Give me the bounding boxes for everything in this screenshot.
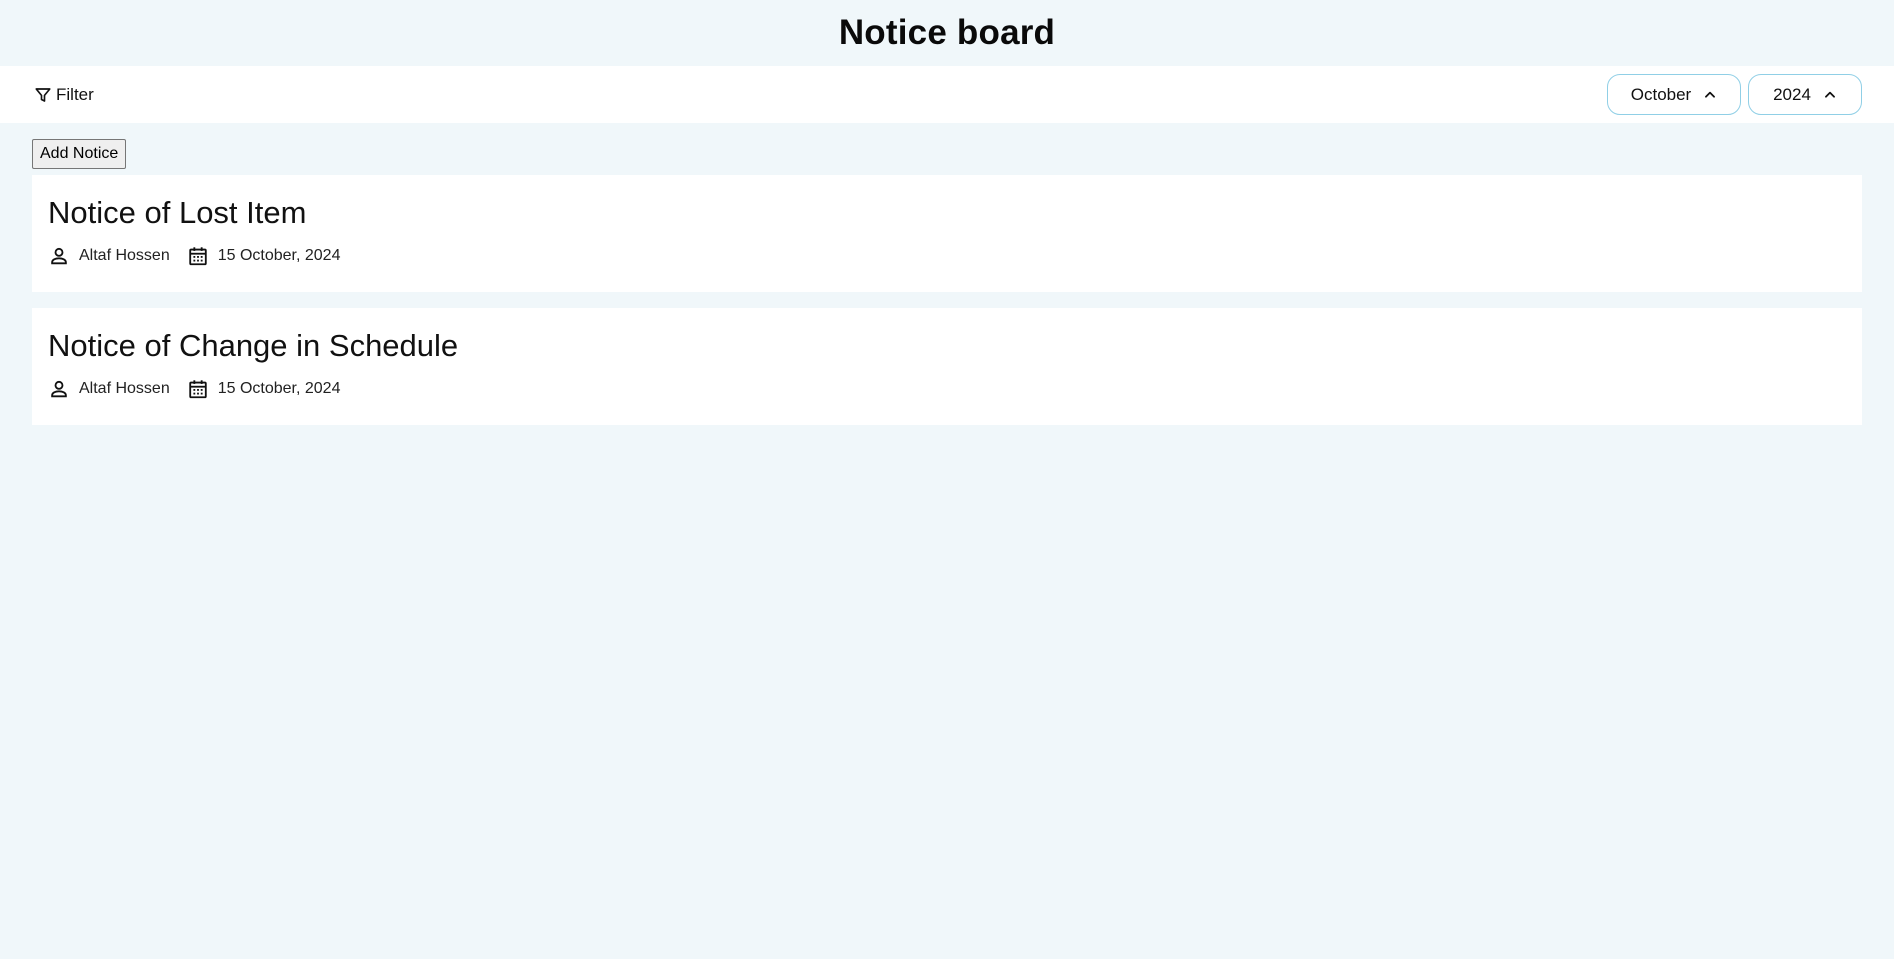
month-select[interactable]: October (1607, 74, 1741, 115)
filter-bar: Filter October 2024 (0, 66, 1894, 123)
actions-row: Add Notice (0, 123, 1894, 175)
notice-author-name: Altaf Hossen (79, 246, 170, 264)
chevron-up-icon (1703, 88, 1717, 102)
notice-card[interactable]: Notice of Change in Schedule Altaf Hosse… (32, 308, 1862, 425)
calendar-icon (187, 245, 209, 267)
filter-button[interactable]: Filter (34, 85, 94, 105)
person-icon (48, 378, 70, 400)
notice-date: 15 October, 2024 (187, 378, 341, 400)
year-select-value: 2024 (1773, 84, 1811, 104)
notice-date-text: 15 October, 2024 (217, 246, 341, 264)
chevron-up-icon (1823, 88, 1837, 102)
calendar-icon (187, 378, 209, 400)
notice-title: Notice of Change in Schedule (48, 328, 459, 363)
notice-meta: Altaf Hossen 15 October, 2024 (48, 245, 1846, 267)
notice-meta: Altaf Hossen 15 October, 2024 (48, 378, 1846, 400)
notice-board-page: Notice board Filter October 2024 Add Not… (0, 0, 1894, 959)
notice-date-text: 15 October, 2024 (217, 379, 341, 397)
notice-list: Notice of Lost Item Altaf Hossen 15 Octo… (0, 175, 1894, 425)
notice-card[interactable]: Notice of Lost Item Altaf Hossen 15 Octo… (32, 175, 1862, 292)
notice-date: 15 October, 2024 (187, 245, 341, 267)
date-selectors: October 2024 (1607, 74, 1862, 115)
filter-icon (34, 86, 52, 104)
person-icon (48, 245, 70, 267)
notice-author: Altaf Hossen (48, 378, 170, 400)
notice-author: Altaf Hossen (48, 245, 170, 267)
month-select-value: October (1630, 84, 1692, 104)
page-title: Notice board (838, 13, 1056, 52)
add-notice-button[interactable]: Add Notice (32, 139, 127, 169)
filter-label: Filter (56, 84, 94, 104)
notice-title: Notice of Lost Item (48, 195, 307, 230)
notice-author-name: Altaf Hossen (79, 379, 170, 397)
year-select[interactable]: 2024 (1748, 74, 1862, 115)
page-header: Notice board (0, 0, 1894, 66)
